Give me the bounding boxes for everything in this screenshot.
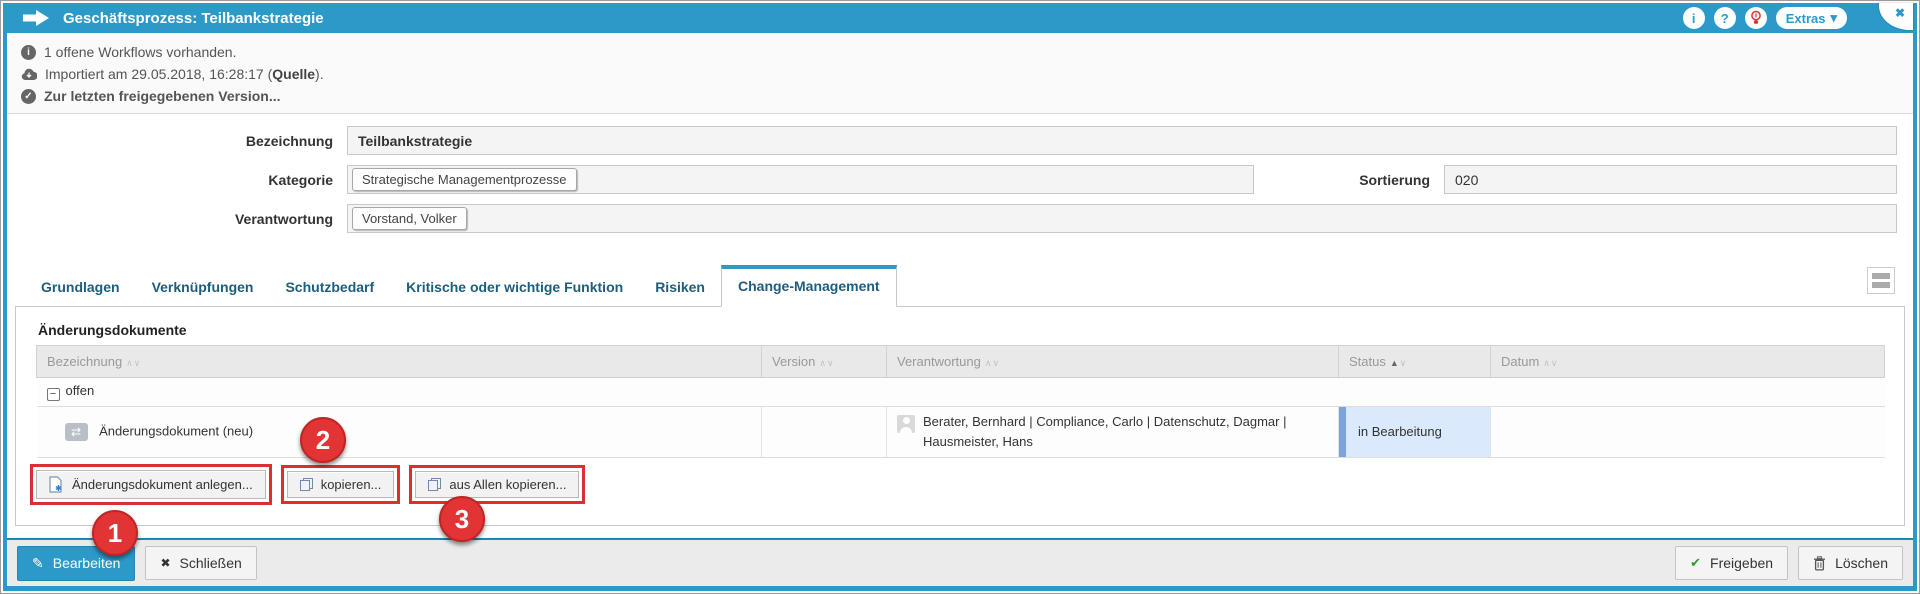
kopieren-button[interactable]: kopieren... [287, 471, 395, 498]
sort-up-icon: ∧ [1543, 358, 1551, 368]
bezeichnung-label: Bezeichnung [7, 133, 347, 149]
panel-actions: Änderungsdokument anlegen... kopieren...… [36, 470, 1884, 499]
aus-allen-kopieren-button[interactable]: aus Allen kopieren... [415, 471, 579, 498]
annotation-marker-2: 2 [300, 417, 346, 463]
change-management-panel: Änderungsdokumente Bezeichnung∧∨ Version… [15, 307, 1905, 526]
anlegen-button[interactable]: Änderungsdokument anlegen... [36, 470, 266, 499]
collapse-icon[interactable]: − [47, 388, 60, 401]
copy-icon [428, 478, 441, 491]
col-bezeichnung[interactable]: Bezeichnung∧∨ [37, 346, 762, 378]
tab-bar: Grundlagen Verknüpfungen Schutzbedarf Kr… [15, 265, 1905, 307]
trash-icon [1813, 556, 1826, 571]
process-form: Bezeichnung Teilbankstrategie Kategorie … [7, 114, 1913, 247]
sortierung-field[interactable]: 020 [1444, 165, 1897, 194]
kategorie-field[interactable]: Strategische Managementprozesse [347, 165, 1254, 194]
chevron-down-icon: ▾ [1830, 10, 1837, 26]
edit-pencil-icon: ✎ [32, 555, 44, 572]
workflow-notice: i 1 offene Workflows vorhanden. [21, 41, 1901, 63]
tab-kritische-funktion[interactable]: Kritische oder wichtige Funktion [390, 268, 639, 306]
person-icon [897, 415, 915, 433]
cell-version [762, 406, 887, 457]
tab-schutzbedarf[interactable]: Schutzbedarf [269, 268, 390, 306]
sort-down-icon: ∨ [827, 358, 835, 368]
tab-verknuepfungen[interactable]: Verknüpfungen [136, 268, 270, 306]
col-version[interactable]: Version∧∨ [762, 346, 887, 378]
sort-down-icon: ∨ [1400, 358, 1408, 368]
close-icon: ✖ [1895, 6, 1905, 20]
sort-down-icon: ∨ [134, 358, 142, 368]
group-row-offen[interactable]: −offen [37, 378, 1885, 407]
col-datum[interactable]: Datum∧∨ [1491, 346, 1885, 378]
sort-up-icon: ∧ [126, 358, 134, 368]
kategorie-chip[interactable]: Strategische Managementprozesse [352, 168, 577, 191]
cell-verantwortung: Berater, Bernhard | Compliance, Carlo | … [887, 406, 1339, 457]
group-label: offen [66, 383, 95, 398]
freigeben-button[interactable]: ✔ Freigeben [1675, 546, 1788, 580]
info-circle-icon: i [21, 45, 36, 60]
cloud-import-icon [21, 68, 37, 81]
sort-asc-icon: ▲ [1390, 358, 1400, 368]
layout-rows-icon[interactable] [1867, 267, 1895, 294]
schliessen-button[interactable]: ✖ Schließen [145, 546, 256, 580]
tab-area: Grundlagen Verknüpfungen Schutzbedarf Kr… [15, 265, 1905, 307]
annotation-marker-1: 1 [92, 510, 138, 556]
status-badge: in Bearbeitung [1339, 407, 1490, 457]
col-verantwortung[interactable]: Verantwortung∧∨ [887, 346, 1339, 378]
tab-change-management[interactable]: Change-Management [721, 265, 897, 307]
sort-down-icon: ∨ [992, 358, 1000, 368]
page-title: Geschäftsprozess: Teilbankstrategie [63, 10, 324, 27]
sort-up-icon: ∧ [819, 358, 827, 368]
version-link[interactable]: ✓ Zur letzten freigegebenen Version... [21, 85, 1901, 107]
sort-down-icon: ∨ [1551, 358, 1559, 368]
info-button[interactable]: i [1683, 7, 1705, 29]
copy-icon [300, 478, 313, 491]
notice-area: i 1 offene Workflows vorhanden. Importie… [7, 33, 1913, 114]
hint-bulb-button[interactable] [1745, 7, 1767, 29]
kategorie-row: Kategorie Strategische Managementprozess… [7, 165, 1897, 194]
window: Geschäftsprozess: Teilbankstrategie i ? … [0, 0, 1920, 594]
col-status[interactable]: Status▲∨ [1339, 346, 1491, 378]
verantwortung-row: Verantwortung Vorstand, Volker [7, 204, 1897, 233]
new-document-icon [49, 476, 64, 493]
section-title: Änderungsdokumente [38, 322, 1884, 338]
change-document-icon: ⇄ [65, 423, 88, 441]
footer-bar: ✎ Bearbeiten ✖ Schließen ✔ Freigeben Lös… [7, 538, 1913, 586]
process-arrow-icon [23, 10, 49, 26]
verantwortung-field[interactable]: Vorstand, Volker [347, 204, 1897, 233]
approve-check-icon: ✔ [1690, 555, 1701, 571]
verantwortung-chip[interactable]: Vorstand, Volker [352, 207, 467, 230]
extras-button[interactable]: Extras ▾ [1776, 7, 1847, 29]
table-header-row: Bezeichnung∧∨ Version∧∨ Verantwortung∧∨ … [37, 346, 1885, 378]
bezeichnung-field[interactable]: Teilbankstrategie [347, 126, 1897, 155]
cell-datum [1491, 406, 1885, 457]
kategorie-label: Kategorie [7, 172, 347, 188]
title-bar: Geschäftsprozess: Teilbankstrategie i ? … [7, 3, 1913, 33]
cell-bezeichnung: ⇄ Änderungsdokument (neu) [37, 406, 762, 457]
sortierung-label: Sortierung [1254, 172, 1444, 188]
loeschen-button[interactable]: Löschen [1798, 546, 1903, 580]
cell-status: in Bearbeitung [1339, 406, 1491, 457]
check-circle-icon: ✓ [21, 89, 36, 104]
help-button[interactable]: ? [1714, 7, 1736, 29]
lightbulb-icon [1750, 10, 1762, 26]
verantwortung-label: Verantwortung [7, 211, 347, 227]
tab-grundlagen[interactable]: Grundlagen [25, 268, 136, 306]
annotation-marker-3: 3 [439, 496, 485, 542]
import-notice: Importiert am 29.05.2018, 16:28:17 (Quel… [21, 63, 1901, 85]
content-filler [7, 526, 1913, 538]
titlebar-actions: i ? Extras ▾ [1683, 7, 1899, 29]
bezeichnung-row: Bezeichnung Teilbankstrategie [7, 126, 1897, 155]
window-frame: Geschäftsprozess: Teilbankstrategie i ? … [3, 3, 1917, 591]
close-x-icon: ✖ [160, 556, 170, 570]
tab-risiken[interactable]: Risiken [639, 268, 721, 306]
